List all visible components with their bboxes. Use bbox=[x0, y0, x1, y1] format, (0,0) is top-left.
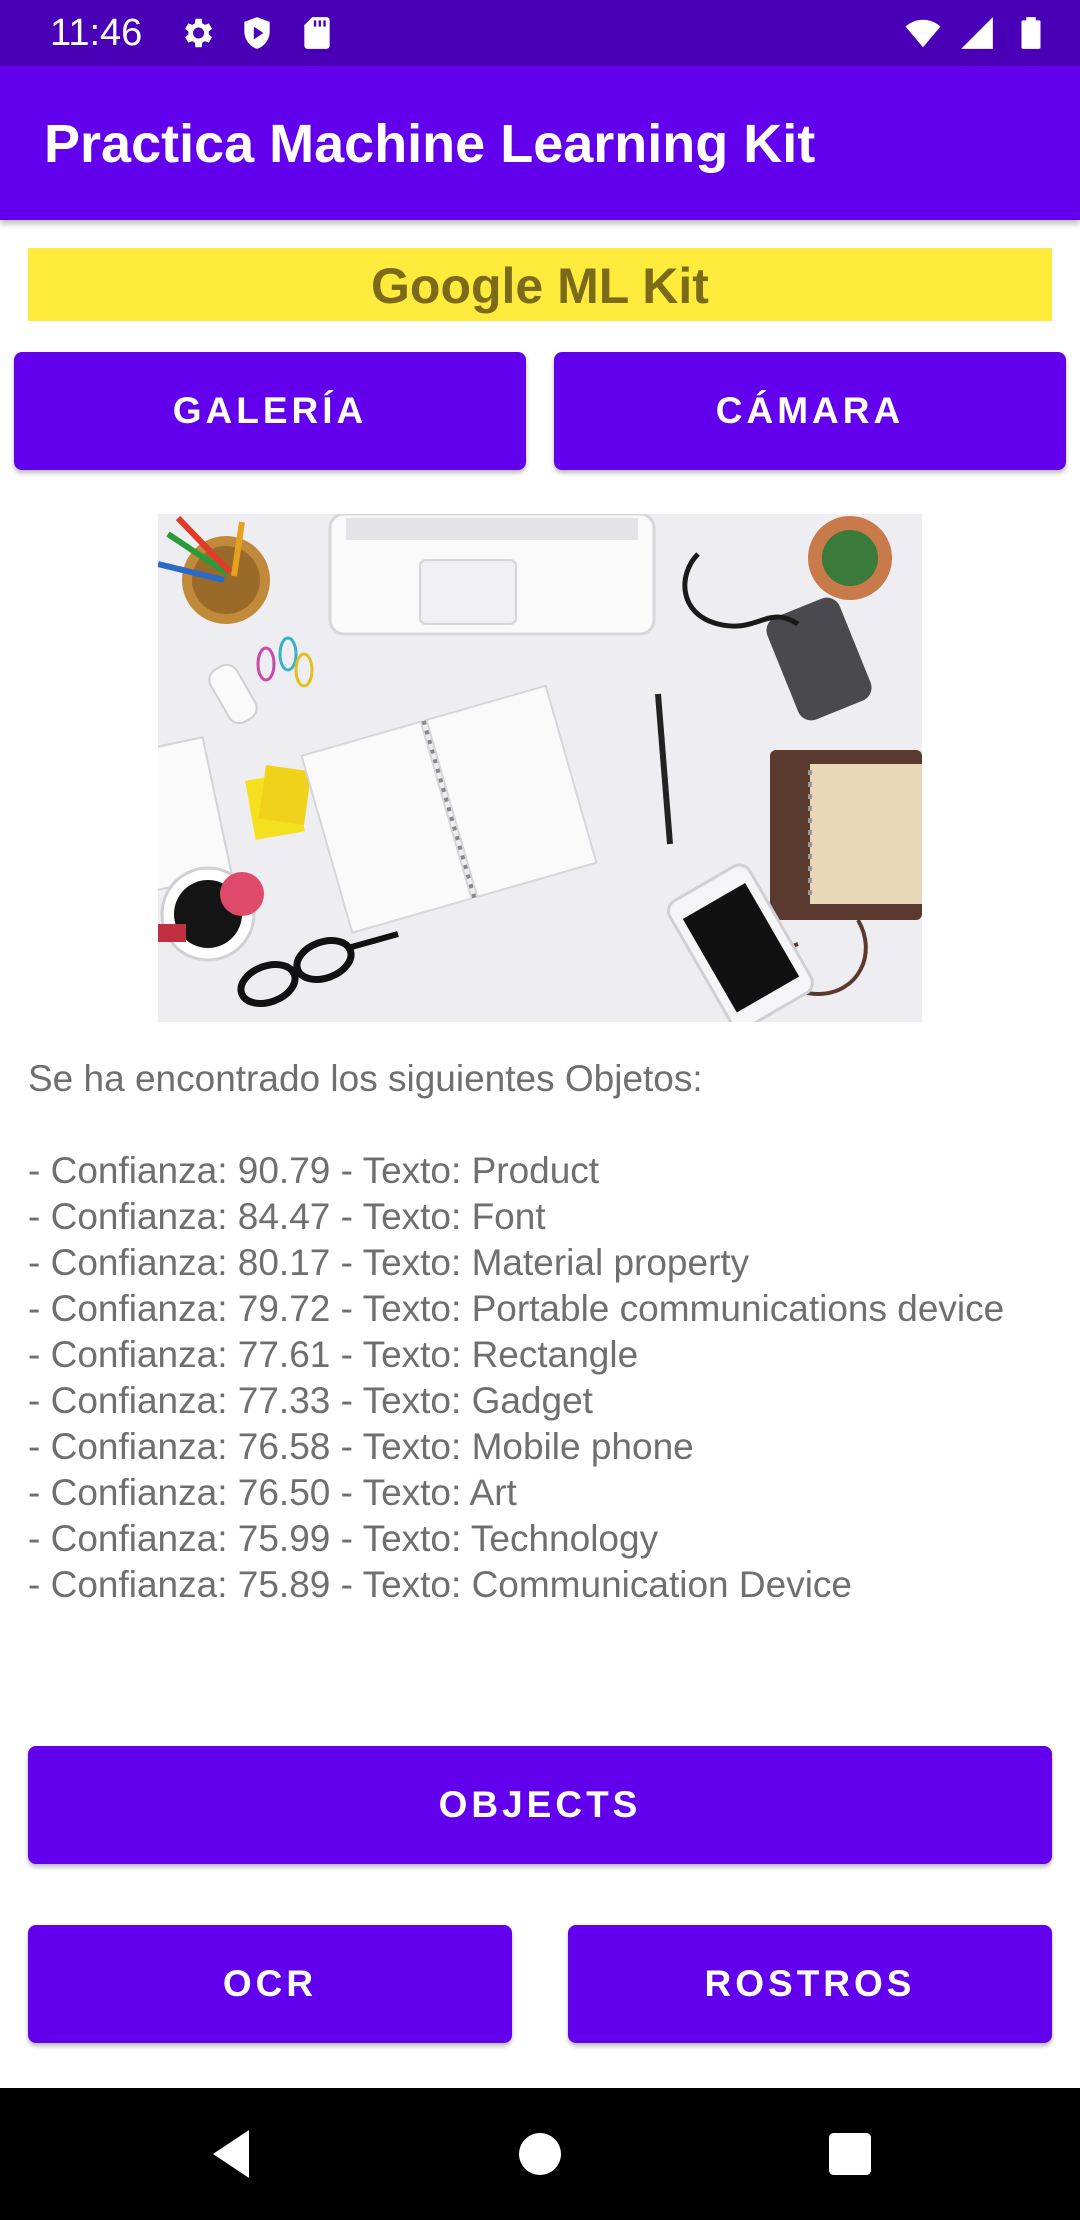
ocr-button[interactable]: OCR bbox=[28, 1925, 512, 2043]
signal-icon bbox=[958, 14, 996, 52]
navigation-bar bbox=[0, 2088, 1080, 2220]
result-line: - Confianza: 75.89 - Texto: Communicatio… bbox=[28, 1564, 852, 1605]
result-line: - Confianza: 76.50 - Texto: Art bbox=[28, 1472, 517, 1513]
results-text: Se ha encontrado los siguientes Objetos:… bbox=[28, 1056, 1028, 1608]
result-line: - Confianza: 75.99 - Texto: Technology bbox=[28, 1518, 659, 1559]
result-line: - Confianza: 80.17 - Texto: Material pro… bbox=[28, 1242, 750, 1283]
wifi-icon bbox=[904, 14, 942, 52]
app-bar: Practica Machine Learning Kit bbox=[0, 66, 1080, 220]
result-line: - Confianza: 77.33 - Texto: Gadget bbox=[28, 1380, 593, 1421]
result-line: - Confianza: 84.47 - Texto: Font bbox=[28, 1196, 546, 1237]
ml-kit-header: Google ML Kit bbox=[28, 248, 1052, 321]
result-line: - Confianza: 77.61 - Texto: Rectangle bbox=[28, 1334, 639, 1375]
status-bar: 11:46 bbox=[0, 0, 1080, 66]
status-icons-left bbox=[178, 14, 336, 52]
camera-button[interactable]: CÁMARA bbox=[554, 352, 1066, 470]
result-line: - Confianza: 76.58 - Texto: Mobile phone bbox=[28, 1426, 694, 1467]
app-title: Practica Machine Learning Kit bbox=[44, 114, 816, 174]
result-line: - Confianza: 90.79 - Texto: Product bbox=[28, 1150, 600, 1191]
home-icon[interactable] bbox=[504, 2118, 576, 2190]
recents-icon[interactable] bbox=[814, 2118, 886, 2190]
faces-button[interactable]: ROSTROS bbox=[568, 1925, 1052, 2043]
back-icon[interactable] bbox=[198, 2118, 270, 2190]
objects-button[interactable]: OBJECTS bbox=[28, 1746, 1052, 1864]
sd-card-icon bbox=[298, 14, 336, 52]
selected-image bbox=[158, 514, 922, 1022]
battery-icon bbox=[1012, 14, 1050, 52]
gallery-button[interactable]: GALERÍA bbox=[14, 352, 526, 470]
shield-play-icon bbox=[238, 14, 276, 52]
status-icons-right bbox=[904, 14, 1050, 52]
status-time: 11:46 bbox=[50, 12, 143, 54]
screen: 11:46 Practica Machine Learning Kit Goog… bbox=[0, 0, 1080, 2220]
result-line: - Confianza: 79.72 - Texto: Portable com… bbox=[28, 1288, 1005, 1329]
gear-icon bbox=[178, 14, 216, 52]
results-intro: Se ha encontrado los siguientes Objetos: bbox=[28, 1058, 703, 1099]
